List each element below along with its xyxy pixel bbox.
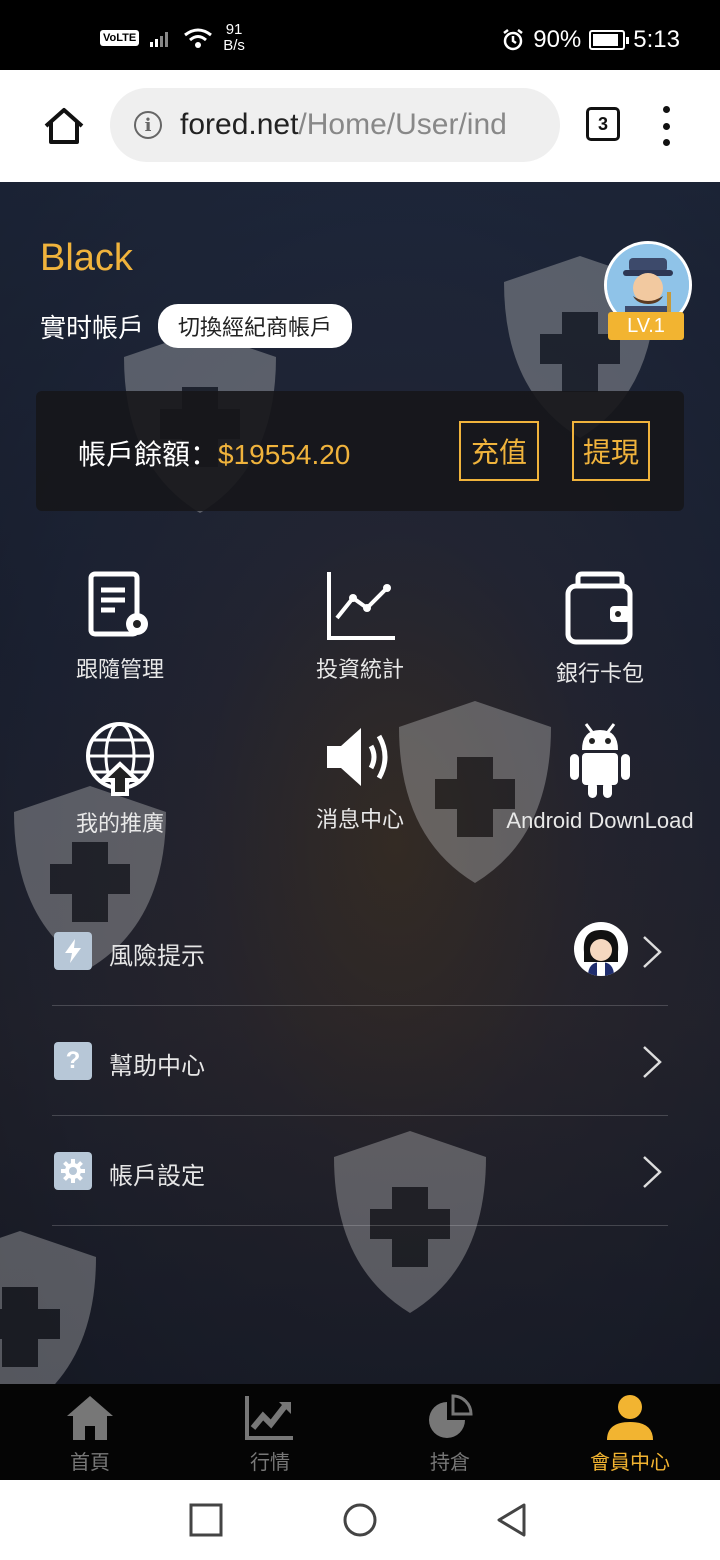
deposit-button[interactable]: 充值 (459, 421, 539, 481)
member-center-page: Black 實时帳戶 切換經紀商帳戶 LV.1 帳戶餘額：$19554.20 充… (0, 182, 720, 1384)
grid-my-promotion[interactable]: 我的推廣 (0, 722, 240, 838)
tab-switcher-button[interactable]: 3 (586, 107, 620, 141)
grid-label: Android DownLoad (506, 808, 694, 833)
android-icon (570, 723, 630, 798)
nav-label: 會員中心 (590, 1452, 670, 1474)
grid-label: 消息中心 (315, 807, 404, 832)
nav-label: 首頁 (70, 1452, 110, 1474)
url-path: /Home/User/ind (298, 108, 507, 141)
home-icon (67, 1396, 113, 1440)
grid-label: 跟隨管理 (75, 657, 164, 682)
back-icon[interactable] (494, 1502, 530, 1538)
user-name: Black (40, 237, 133, 279)
speaker-icon (327, 728, 388, 786)
battery-fill (593, 34, 619, 46)
info-icon[interactable]: i (134, 111, 162, 139)
withdraw-button[interactable]: 提現 (572, 421, 650, 481)
grid-follow-management[interactable]: 跟隨管理 (0, 570, 240, 684)
wallet-icon (565, 571, 633, 645)
menu-item-account-settings[interactable]: 帳戶設定 (52, 1116, 668, 1226)
menu-label: 帳戶設定 (109, 1163, 205, 1190)
level-badge: LV.1 (608, 312, 684, 340)
status-bar: VoLTE 91 B/s 90% 5:13 (0, 0, 720, 70)
recents-icon[interactable] (188, 1502, 224, 1538)
balance-card: 帳戶餘額：$19554.20 充值 提現 (36, 391, 684, 511)
grid-android-download[interactable]: Android DownLoad (480, 722, 720, 834)
balance-label: 帳戶餘額： (78, 439, 219, 470)
trend-icon (245, 1396, 293, 1440)
customer-service-avatar[interactable] (574, 922, 628, 976)
balance-value: $19554.20 (218, 439, 351, 470)
browser-toolbar: i fored.net/Home/User/ind 3 (0, 70, 720, 182)
alarm-icon (503, 29, 523, 51)
grid-label: 投資統計 (315, 657, 404, 682)
menu-label: 幫助中心 (109, 1053, 205, 1080)
signal-icon (150, 32, 169, 47)
question-icon: ? (54, 1042, 92, 1080)
status-right: 90% 5:13 (501, 26, 680, 54)
status-left: VoLTE 91 B/s (100, 22, 245, 54)
menu-item-help-center[interactable]: ? 幫助中心 (52, 1006, 668, 1116)
gear-icon (54, 1152, 92, 1190)
grid-message-center[interactable]: 消息中心 (240, 722, 480, 834)
nav-label: 行情 (250, 1452, 290, 1474)
grid-label: 銀行卡包 (555, 661, 644, 686)
shield-watermark-icon (0, 1231, 96, 1384)
chevron-right-icon (643, 1156, 662, 1188)
menu-item-risk-notice[interactable]: 風險提示 (52, 896, 668, 1006)
nav-positions[interactable]: 持倉 (390, 1394, 510, 1475)
menu-label: 風險提示 (109, 943, 205, 970)
user-icon (607, 1395, 653, 1440)
battery-percent: 90% (533, 26, 582, 53)
nav-member-center[interactable]: 會員中心 (570, 1394, 690, 1475)
net-speed-value: 91 (225, 21, 243, 38)
home-circle-icon[interactable] (342, 1502, 378, 1538)
switch-broker-button[interactable]: 切換經紀商帳戶 (158, 304, 353, 348)
clock: 5:13 (633, 26, 680, 53)
chevron-right-icon (643, 936, 662, 968)
line-chart-icon (327, 572, 395, 640)
browser-home-icon[interactable] (40, 102, 88, 150)
grid-investment-stats[interactable]: 投資統計 (240, 570, 480, 684)
wifi-icon (184, 28, 213, 48)
net-speed-unit: B/s (223, 37, 245, 54)
balance-row: 帳戶餘額：$19554.20 (78, 433, 350, 473)
chevron-right-icon (643, 1046, 662, 1078)
url-domain: fored.net (180, 108, 299, 141)
url-bar[interactable]: i fored.net/Home/User/ind (110, 88, 560, 162)
grid-bank-cards[interactable]: 銀行卡包 (480, 570, 720, 688)
browser-menu-icon[interactable] (660, 106, 672, 146)
battery-icon (589, 30, 630, 50)
account-type: 實时帳戶 (40, 312, 145, 343)
nav-label: 持倉 (430, 1452, 470, 1474)
bottom-nav: 首頁 行情 持倉 會員中心 (0, 1384, 720, 1480)
volte-badge: VoLTE (100, 30, 140, 46)
grid-label: 我的推廣 (75, 811, 164, 836)
net-speed: 91 B/s (223, 22, 245, 54)
nav-home[interactable]: 首頁 (30, 1394, 150, 1475)
pie-icon (429, 1394, 473, 1438)
document-settings-icon (88, 571, 148, 637)
account-row: 實时帳戶 切換經紀商帳戶 (40, 304, 353, 348)
system-navigation-bar (0, 1480, 720, 1560)
nav-market[interactable]: 行情 (210, 1394, 330, 1475)
globe-upload-icon (86, 722, 154, 796)
lightning-icon (54, 932, 92, 970)
